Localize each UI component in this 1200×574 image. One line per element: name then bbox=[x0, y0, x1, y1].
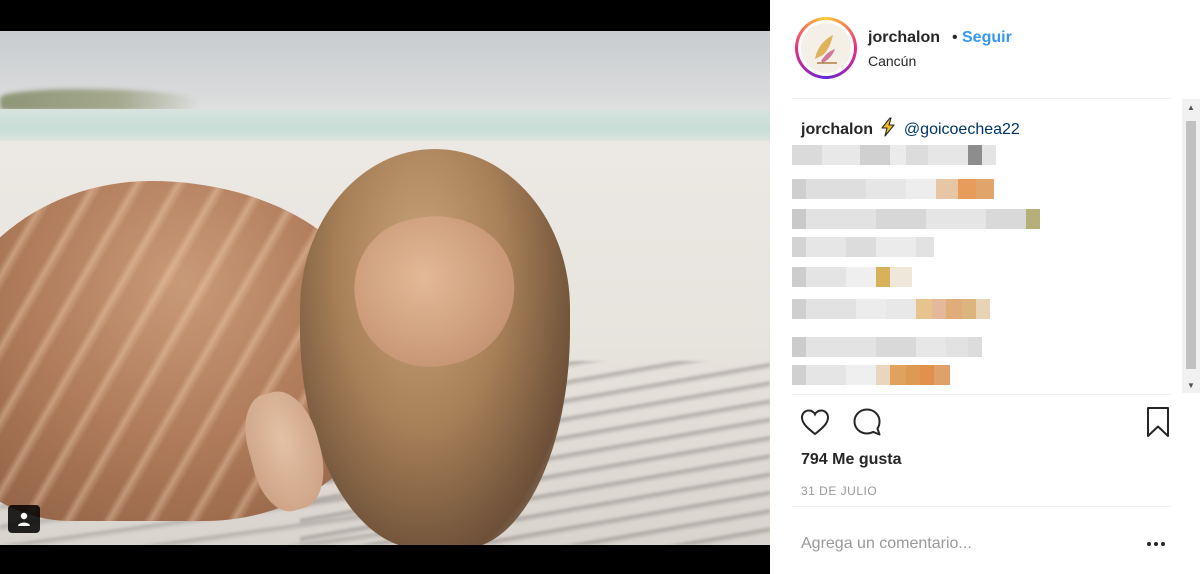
pixelated-caption-row bbox=[792, 267, 912, 287]
user-tag-button[interactable] bbox=[8, 505, 40, 533]
comment-icon bbox=[853, 408, 881, 436]
post-date[interactable]: 31 DE JULIO bbox=[801, 484, 877, 498]
caption-mention[interactable]: @goicoechea22 bbox=[904, 121, 1020, 138]
like-count[interactable]: 794 Me gusta bbox=[801, 451, 901, 469]
pixelated-caption-row bbox=[792, 209, 1040, 229]
post-actions-bar bbox=[770, 395, 1200, 451]
more-options-icon bbox=[1146, 542, 1167, 546]
separator-dot: • bbox=[952, 29, 958, 46]
pixelated-caption-row bbox=[792, 365, 950, 385]
avatar[interactable] bbox=[795, 17, 857, 79]
post-photo[interactable] bbox=[0, 31, 770, 545]
caption-line: jorchalon @goicoechea22 bbox=[801, 117, 1020, 139]
scroll-down-arrow-icon[interactable]: ▼ bbox=[1182, 377, 1200, 393]
pixelated-caption-row bbox=[792, 337, 982, 357]
pixelated-caption-row bbox=[792, 237, 934, 257]
scrollbar-thumb[interactable] bbox=[1186, 121, 1196, 369]
scroll-up-arrow-icon[interactable]: ▲ bbox=[1182, 99, 1200, 115]
more-options-button[interactable] bbox=[1142, 534, 1170, 554]
save-button[interactable] bbox=[1141, 405, 1175, 439]
heart-icon bbox=[800, 409, 830, 436]
like-button[interactable] bbox=[798, 405, 832, 439]
comment-input[interactable] bbox=[801, 532, 1121, 556]
avatar-frame bbox=[798, 20, 854, 76]
avatar-image bbox=[801, 23, 851, 73]
pixelated-caption-row bbox=[792, 299, 990, 319]
caption-scrollbar[interactable]: ▲ ▼ bbox=[1182, 99, 1200, 393]
lightning-bolt-icon bbox=[881, 117, 896, 137]
pixelated-caption-row bbox=[792, 145, 996, 165]
post-username[interactable]: jorchalon bbox=[868, 29, 940, 47]
post-info-panel: jorchalon • Seguir Cancún jorchalon @goi… bbox=[770, 0, 1200, 574]
caption-area: jorchalon @goicoechea22 bbox=[770, 99, 1200, 394]
post-header: jorchalon • Seguir Cancún bbox=[770, 0, 1200, 98]
bookmark-icon bbox=[1147, 407, 1169, 437]
caption-username[interactable]: jorchalon bbox=[801, 121, 873, 138]
pixelated-caption-row bbox=[792, 179, 994, 199]
follow-button[interactable]: Seguir bbox=[962, 29, 1012, 47]
divider bbox=[792, 506, 1172, 507]
post-media bbox=[0, 0, 770, 574]
comment-button[interactable] bbox=[850, 405, 884, 439]
avatar-illustration bbox=[815, 35, 837, 64]
user-tag-icon bbox=[18, 512, 30, 526]
post-location[interactable]: Cancún bbox=[868, 53, 916, 69]
